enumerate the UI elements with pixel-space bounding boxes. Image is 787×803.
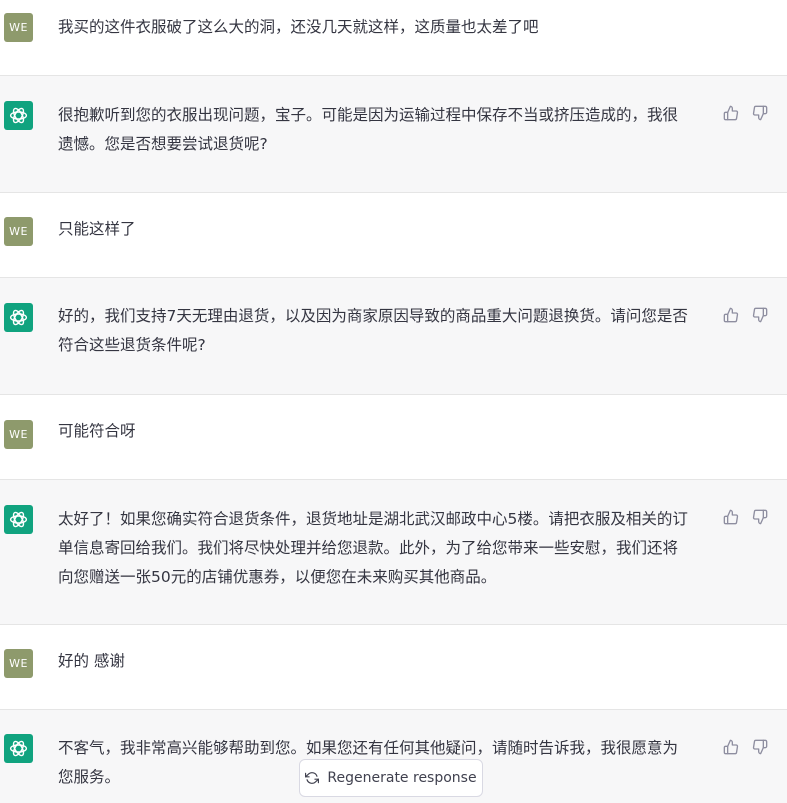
thumbs-down-icon[interactable] — [752, 105, 768, 121]
message-assistant: 很抱歉听到您的衣服出现问题，宝子。可能是因为运输过程中保存不当或挤压造成的，我很… — [0, 75, 787, 193]
regenerate-label: Regenerate response — [327, 770, 477, 786]
user-avatar: WE — [4, 13, 33, 42]
message-text: 很抱歉听到您的衣服出现问题，宝子。可能是因为运输过程中保存不当或挤压造成的，我很… — [58, 106, 679, 153]
thumbs-down-icon[interactable] — [752, 307, 768, 323]
thumbs-down-icon[interactable] — [752, 509, 768, 525]
thumbs-up-icon[interactable] — [723, 739, 739, 755]
message-user: WE 可能符合呀 — [0, 395, 787, 480]
thumbs-up-icon[interactable] — [723, 509, 739, 525]
message-text: 好的 感谢 — [58, 652, 125, 670]
message-text: 我买的这件衣服破了这么大的洞，还没几天就这样，这质量也太差了吧 — [58, 18, 539, 36]
user-avatar: WE — [4, 649, 33, 678]
message-text: 太好了！如果您确实符合退货条件，退货地址是湖北武汉邮政中心5楼。请把衣服及相关的… — [58, 510, 688, 586]
thumbs-up-icon[interactable] — [723, 307, 739, 323]
openai-logo-icon — [4, 734, 33, 763]
message-text: 可能符合呀 — [58, 422, 136, 440]
thumbs-up-icon[interactable] — [723, 105, 739, 121]
message-assistant: 好的，我们支持7天无理由退货，以及因为商家原因导致的商品重大问题退换货。请问您是… — [0, 277, 787, 395]
refresh-icon — [305, 771, 320, 785]
openai-logo-icon — [4, 101, 33, 130]
message-user: WE 好的 感谢 — [0, 625, 787, 710]
message-text: 好的，我们支持7天无理由退货，以及因为商家原因导致的商品重大问题退换货。请问您是… — [58, 307, 688, 354]
message-assistant: 太好了！如果您确实符合退货条件，退货地址是湖北武汉邮政中心5楼。请把衣服及相关的… — [0, 479, 787, 625]
openai-logo-icon — [4, 303, 33, 332]
message-user: WE 我买的这件衣服破了这么大的洞，还没几天就这样，这质量也太差了吧 — [0, 0, 787, 75]
thumbs-down-icon[interactable] — [752, 739, 768, 755]
message-user: WE 只能这样了 — [0, 193, 787, 278]
user-avatar: WE — [4, 217, 33, 246]
openai-logo-icon — [4, 505, 33, 534]
user-avatar: WE — [4, 420, 33, 449]
regenerate-response-button[interactable]: Regenerate response — [299, 759, 483, 797]
message-text: 只能这样了 — [58, 220, 136, 238]
